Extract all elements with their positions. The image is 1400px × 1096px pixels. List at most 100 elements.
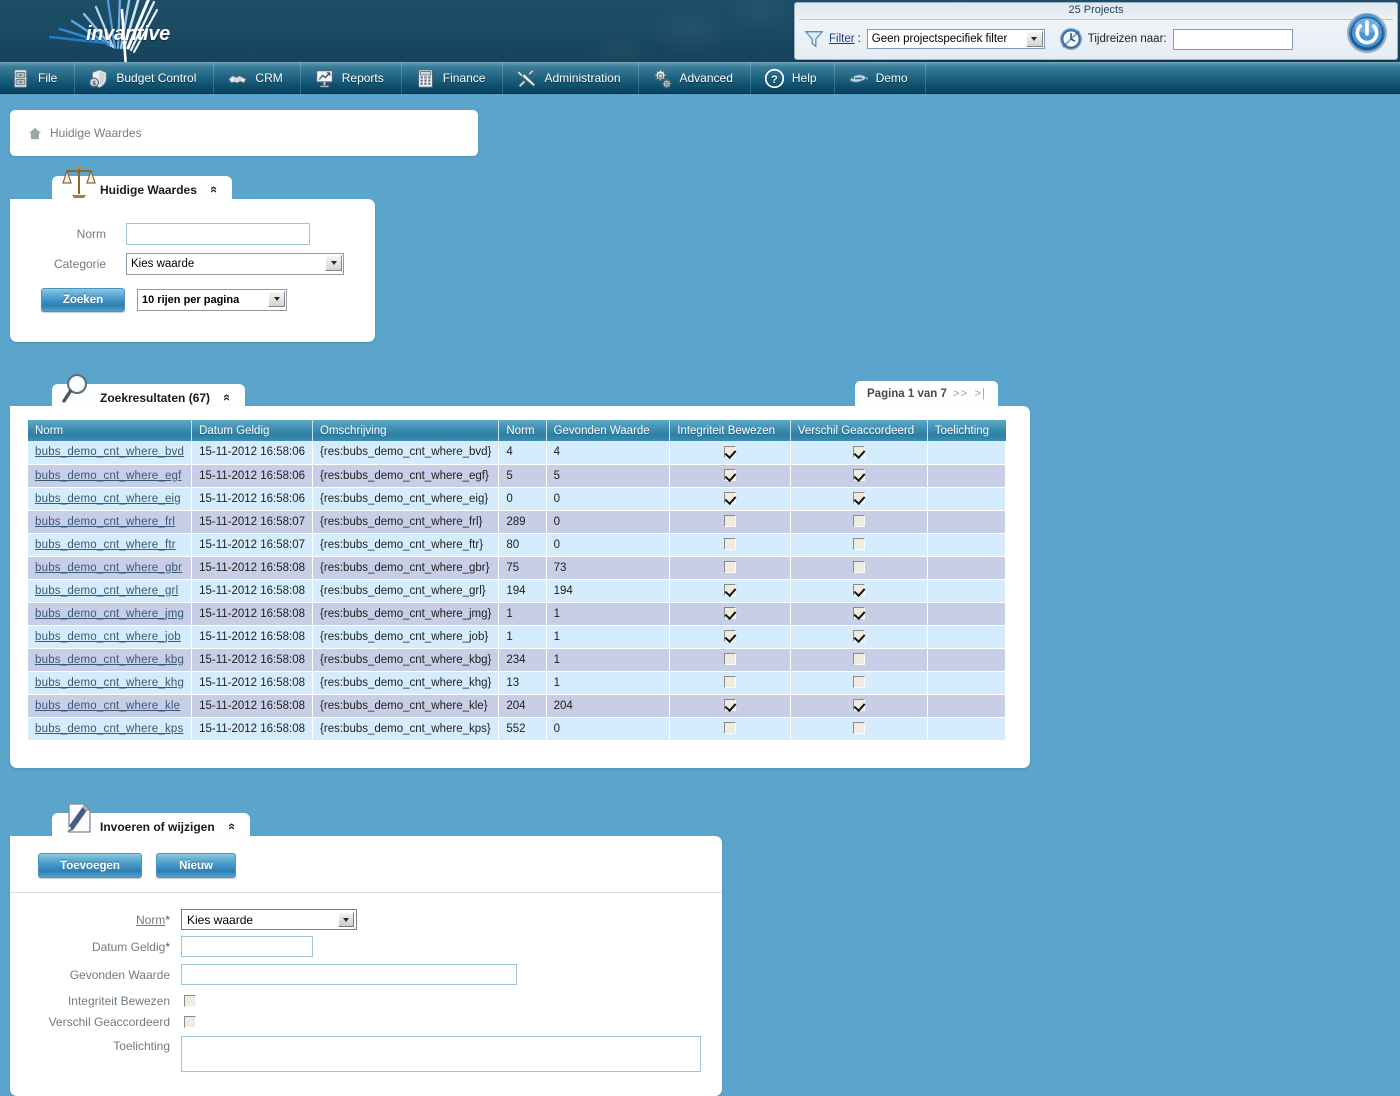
form-toelichting-textarea[interactable]: [181, 1036, 701, 1072]
norm-link[interactable]: bubs_demo_cnt_where_eig: [35, 493, 181, 505]
verschil-checkbox[interactable]: [852, 561, 865, 574]
chevron-down-icon[interactable]: [325, 255, 342, 271]
form-norm-select[interactable]: Kies waarde: [181, 909, 357, 930]
integriteit-checkbox[interactable]: [724, 561, 736, 574]
menu-item-help[interactable]: ? Help: [751, 62, 835, 94]
verschil-checkbox[interactable]: [852, 653, 865, 666]
table-row: bubs_demo_cnt_where_ftr 15-11-2012 16:58:…: [28, 533, 1007, 557]
norm-link[interactable]: bubs_demo_cnt_where_job: [35, 631, 181, 643]
verschil-checkbox[interactable]: [852, 607, 865, 620]
search-button[interactable]: Zoeken: [41, 288, 125, 312]
integriteit-checkbox[interactable]: [724, 653, 736, 666]
integriteit-checkbox[interactable]: [724, 515, 736, 528]
form-datum-input[interactable]: [181, 936, 313, 957]
form-datum-label-text: Datum Geldig: [91, 939, 166, 954]
collapse-chevron-icon[interactable]: «: [225, 823, 240, 830]
col-header-toelichting[interactable]: Toelichting: [927, 420, 1006, 441]
verschil-checkbox[interactable]: [852, 492, 865, 505]
categorie-select[interactable]: Kies waarde: [126, 253, 344, 275]
project-filter-select[interactable]: Geen projectspecifiek filter: [866, 29, 1045, 49]
verschil-checkbox[interactable]: [852, 722, 865, 735]
norm-link[interactable]: bubs_demo_cnt_where_grl: [35, 585, 178, 597]
integriteit-checkbox[interactable]: [724, 538, 736, 551]
verschil-checkbox[interactable]: [852, 630, 865, 643]
cell-omschrijving: {res:bubs_demo_cnt_where_gbr}: [312, 556, 500, 580]
norm-link[interactable]: bubs_demo_cnt_where_gbr: [35, 562, 182, 574]
integriteit-checkbox[interactable]: [724, 722, 736, 735]
norm-link[interactable]: bubs_demo_cnt_where_kle: [35, 700, 180, 712]
table-row: bubs_demo_cnt_where_frl 15-11-2012 16:58:…: [28, 510, 1007, 534]
menu-item-demo[interactable]: Demo: [835, 62, 926, 94]
col-header-verschil-geaccordeerd[interactable]: Verschil Geaccordeerd: [790, 420, 928, 441]
integriteit-checkbox[interactable]: [724, 446, 736, 459]
verschil-checkbox[interactable]: [852, 676, 865, 689]
form-verschil-checkbox[interactable]: [184, 1016, 196, 1028]
integriteit-checkbox[interactable]: [724, 584, 736, 597]
cell-norm: 1: [498, 602, 547, 626]
verschil-checkbox[interactable]: [852, 538, 865, 551]
form-integriteit-checkbox[interactable]: [184, 995, 196, 1007]
col-header-datum[interactable]: Datum Geldig: [191, 420, 314, 441]
next-page-button[interactable]: >>: [953, 388, 968, 400]
menu-item-advanced[interactable]: Advanced: [639, 62, 751, 94]
form-norm-label-text[interactable]: Norm: [136, 913, 165, 927]
menu-item-budget-control[interactable]: $ Budget Control: [75, 62, 215, 94]
norm-link[interactable]: bubs_demo_cnt_where_egf: [35, 470, 182, 482]
time-travel-clock-icon[interactable]: [1059, 27, 1083, 51]
col-header-gevonden-waarde[interactable]: Gevonden Waarde: [546, 420, 671, 441]
rows-per-page-select[interactable]: 10 rijen per pagina: [137, 289, 287, 311]
menu-item-file[interactable]: File: [0, 62, 76, 94]
new-button[interactable]: Nieuw: [156, 853, 236, 878]
form-gevonden-input[interactable]: [181, 964, 517, 985]
norm-link[interactable]: bubs_demo_cnt_where_ftr: [35, 539, 176, 551]
cell-omschrijving: {res:bubs_demo_cnt_where_kbg}: [312, 648, 500, 672]
col-header-integriteit-bewezen[interactable]: Integriteit Bewezen: [669, 420, 791, 441]
norm-link[interactable]: bubs_demo_cnt_where_jmg: [35, 608, 184, 620]
verschil-checkbox[interactable]: [852, 446, 865, 459]
filter-link[interactable]: Filter: [829, 33, 855, 45]
last-page-button[interactable]: >|: [974, 388, 986, 400]
home-icon[interactable]: [28, 127, 42, 140]
norm-link[interactable]: bubs_demo_cnt_where_khg: [35, 677, 184, 689]
logout-power-button[interactable]: [1345, 11, 1389, 55]
invantive-logo[interactable]: invantive: [32, 0, 212, 62]
cell-datum: 15-11-2012 16:58:08: [191, 648, 314, 672]
integriteit-checkbox[interactable]: [724, 492, 736, 505]
edit-panel-body: Toevoegen Nieuw Norm* Kies waarde Datum …: [10, 836, 722, 1096]
integriteit-checkbox[interactable]: [724, 699, 736, 712]
chevron-down-icon[interactable]: [268, 291, 285, 307]
col-header-norm[interactable]: Norm: [498, 420, 547, 441]
collapse-chevron-icon[interactable]: «: [207, 186, 222, 193]
col-header-norm-link[interactable]: Norm: [28, 420, 193, 441]
norm-link[interactable]: bubs_demo_cnt_where_bvd: [35, 446, 184, 458]
norm-link[interactable]: bubs_demo_cnt_where_kps: [35, 723, 183, 735]
integriteit-checkbox[interactable]: [724, 630, 736, 643]
form-gevonden-label: Gevonden Waarde: [69, 967, 170, 982]
main-menu-bar: File $ Budget Control CRM Reports Financ…: [0, 62, 1400, 94]
menu-item-administration[interactable]: Administration: [503, 62, 639, 94]
chevron-down-icon[interactable]: [338, 912, 354, 927]
chevron-down-icon[interactable]: [1025, 31, 1043, 47]
col-header-omschrijving[interactable]: Omschrijving: [312, 420, 500, 441]
cell-norm: 5: [498, 464, 547, 488]
cell-toelichting: [927, 694, 1007, 718]
menu-item-crm[interactable]: CRM: [214, 62, 301, 94]
breadcrumb-current[interactable]: Huidige Waardes: [50, 126, 142, 140]
integriteit-checkbox[interactable]: [724, 607, 736, 620]
verschil-checkbox[interactable]: [852, 469, 865, 482]
collapse-chevron-icon[interactable]: «: [220, 394, 235, 401]
norm-search-input[interactable]: [126, 223, 310, 245]
verschil-checkbox[interactable]: [852, 699, 865, 712]
norm-link[interactable]: bubs_demo_cnt_where_kbg: [35, 654, 184, 666]
time-travel-input[interactable]: [1172, 28, 1293, 50]
verschil-checkbox[interactable]: [852, 515, 865, 528]
verschil-checkbox[interactable]: [852, 584, 865, 597]
rows-per-page-value: 10 rijen per pagina: [142, 294, 240, 306]
norm-link[interactable]: bubs_demo_cnt_where_frl: [35, 516, 175, 528]
add-button[interactable]: Toevoegen: [38, 853, 142, 878]
menu-item-reports[interactable]: Reports: [301, 62, 402, 94]
integriteit-checkbox[interactable]: [724, 469, 736, 482]
norm-field-label: Norm: [76, 227, 106, 241]
menu-item-finance[interactable]: Finance: [402, 62, 504, 94]
integriteit-checkbox[interactable]: [724, 676, 736, 689]
